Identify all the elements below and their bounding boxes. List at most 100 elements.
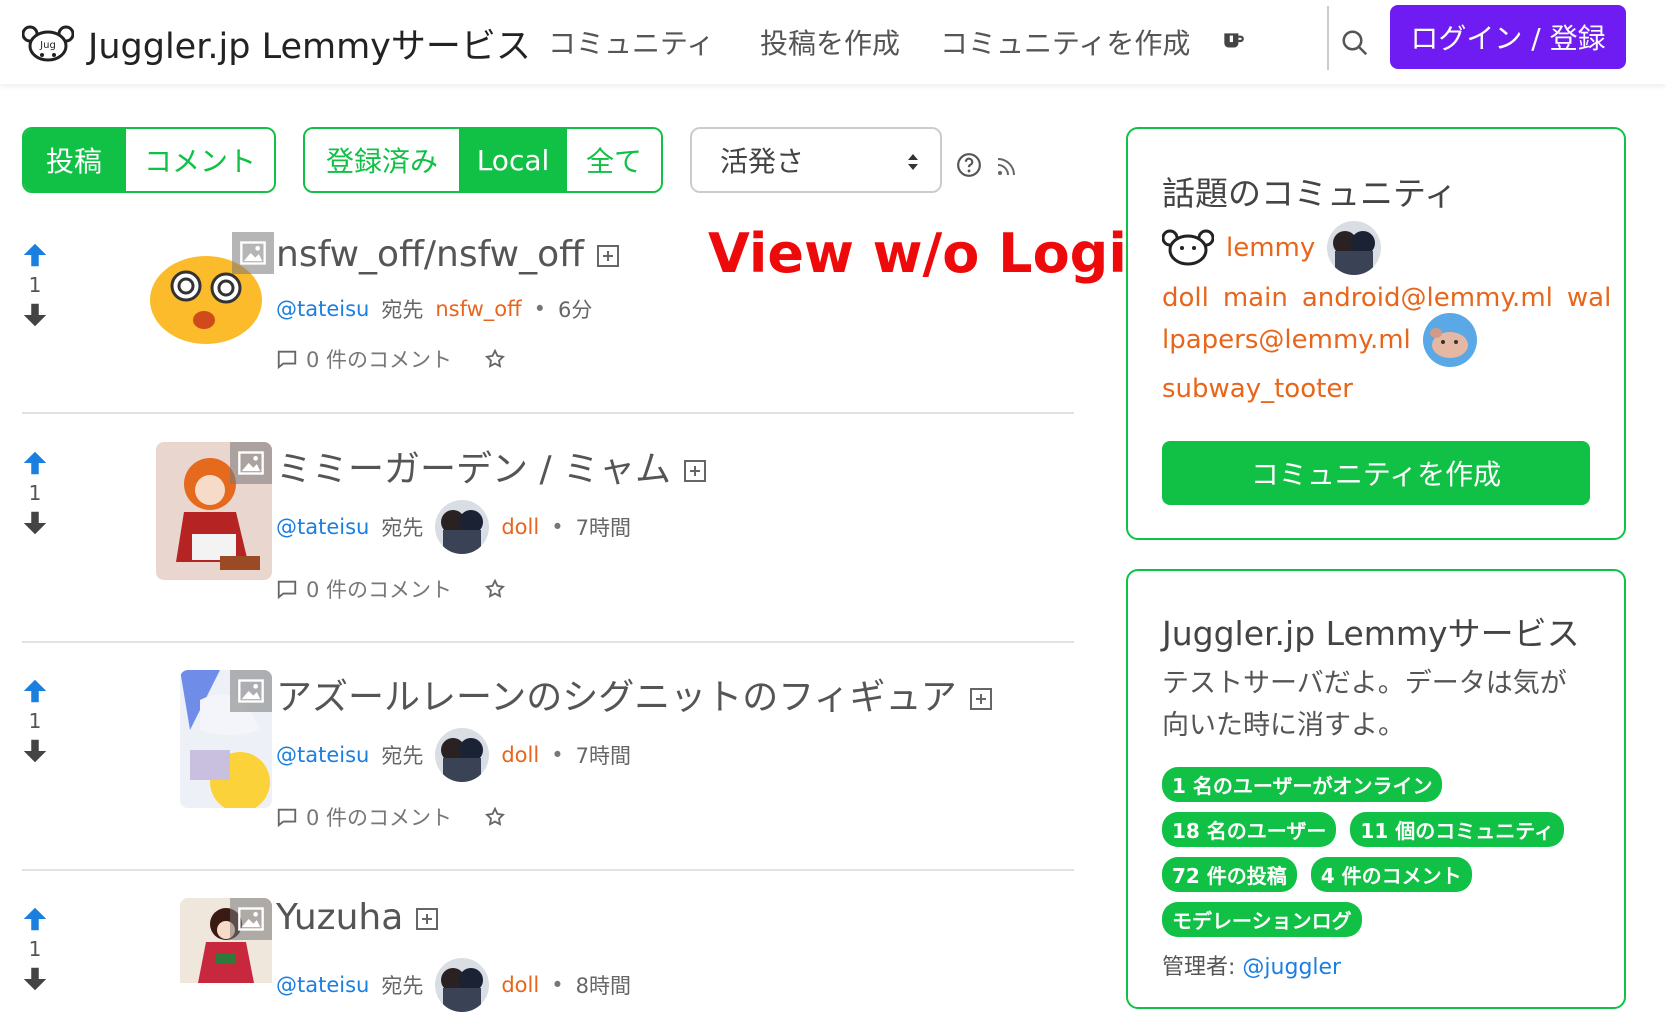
tab-comments[interactable]: コメント: [124, 129, 274, 191]
admin-label: 管理者:: [1162, 955, 1236, 980]
site-description: テストサーバだよ。データは気が向いた時に消すよ。: [1162, 668, 1567, 741]
comment-count[interactable]: 0 件のコメント: [306, 802, 452, 832]
post-thumbnail[interactable]: [144, 232, 274, 350]
post-meta: @tateisu 宛先 doll • 7時間: [276, 500, 631, 554]
post-author[interactable]: @tateisu: [276, 515, 369, 539]
trending-title: 話題のコミュニティ: [1162, 174, 1458, 213]
brand[interactable]: Jug Juggler.jp Lemmyサービス: [22, 18, 531, 69]
rss-icon[interactable]: [996, 155, 1018, 177]
type-toggle: 投稿 コメント: [22, 127, 276, 193]
star-icon[interactable]: [484, 806, 506, 828]
upvote-icon[interactable]: [20, 676, 50, 706]
post-author[interactable]: @tateisu: [276, 743, 369, 767]
upvote-icon[interactable]: [20, 240, 50, 270]
comment-count[interactable]: 0 件のコメント: [306, 344, 452, 374]
modlog-badge[interactable]: モデレーションログ: [1162, 902, 1362, 937]
tab-subscribed[interactable]: 登録済み: [305, 129, 459, 191]
help-icon[interactable]: [956, 152, 982, 178]
trending-row: lemmy: [1162, 221, 1382, 275]
post-time: 7時間: [575, 744, 631, 768]
post-author[interactable]: @tateisu: [276, 297, 369, 321]
post-thumbnail[interactable]: [156, 442, 272, 580]
post-title-text[interactable]: アズールレーンのシグニットのフィギュア: [276, 677, 957, 718]
image-badge-icon: [230, 442, 272, 484]
to-label: 宛先: [381, 974, 424, 998]
star-icon[interactable]: [484, 348, 506, 370]
post-title[interactable]: nsfw_off/nsfw_off: [276, 234, 620, 275]
post-separator: [22, 412, 1074, 414]
nav-create-post[interactable]: 投稿を作成: [760, 22, 900, 62]
listing-toggle: 登録済み Local 全て: [303, 127, 663, 193]
create-community-button[interactable]: コミュニティを作成: [1162, 441, 1590, 505]
trending-community[interactable]: wal: [1567, 283, 1611, 313]
score: 1: [28, 273, 42, 297]
post-meta: @tateisu 宛先 doll • 7時間: [276, 728, 631, 782]
image-badge-icon: [230, 670, 272, 712]
tab-all[interactable]: 全て: [565, 129, 661, 191]
comment-icon[interactable]: [276, 806, 298, 828]
community-avatar: [435, 500, 490, 554]
post-community[interactable]: doll: [501, 973, 539, 997]
admins: 管理者: @juggler: [1162, 949, 1341, 981]
expand-icon[interactable]: [596, 244, 620, 268]
comment-count[interactable]: 0 件のコメント: [306, 574, 452, 604]
community-avatar: [435, 958, 490, 1012]
post-title[interactable]: アズールレーンのシグニットのフィギュア: [276, 668, 993, 720]
post-author[interactable]: @tateisu: [276, 973, 369, 997]
comment-icon[interactable]: [276, 348, 298, 370]
expand-icon[interactable]: [415, 907, 439, 931]
nav-create-community[interactable]: コミュニティを作成: [940, 22, 1190, 62]
search-icon[interactable]: [1340, 28, 1370, 58]
trending-community[interactable]: subway_tooter: [1162, 374, 1353, 404]
downvote-icon[interactable]: [20, 736, 50, 766]
expand-icon[interactable]: [969, 687, 993, 711]
tab-local[interactable]: Local: [459, 129, 565, 191]
trending-community[interactable]: lpapers@lemmy.ml: [1162, 325, 1411, 355]
downvote-icon[interactable]: [20, 964, 50, 994]
admin-user[interactable]: @juggler: [1242, 955, 1341, 980]
post-meta: @tateisu 宛先 doll • 8時間: [276, 958, 631, 1012]
post-actions: 0 件のコメント: [276, 574, 506, 604]
comment-icon[interactable]: [276, 578, 298, 600]
downvote-icon[interactable]: [20, 300, 50, 330]
tab-posts[interactable]: 投稿: [24, 129, 124, 191]
login-button[interactable]: ログイン / 登録: [1390, 5, 1626, 69]
trending-community[interactable]: doll: [1162, 283, 1209, 313]
post-actions: 0 件のコメント: [276, 344, 506, 374]
community-avatar: [435, 728, 490, 782]
expand-icon[interactable]: [683, 459, 707, 483]
site-stats: 1 名のユーザーがオンライン 18 名のユーザー 11 個のコミュニティ 72 …: [1162, 767, 1602, 937]
trending-community[interactable]: lemmy: [1226, 233, 1315, 263]
post-title[interactable]: Yuzuha: [276, 897, 439, 938]
trending-row: subway_tooter: [1162, 374, 1353, 404]
post-thumbnail[interactable]: [180, 898, 272, 983]
sort-caret-icon: [908, 154, 918, 170]
post-community[interactable]: doll: [501, 743, 539, 767]
trending-row: doll main android@lemmy.ml wal: [1162, 283, 1611, 313]
trending-community[interactable]: main: [1223, 283, 1288, 313]
post-separator: [22, 869, 1074, 871]
post-community[interactable]: doll: [501, 515, 539, 539]
trending-communities-card: 話題のコミュニティ lemmy doll main android@lemmy.…: [1126, 127, 1626, 540]
donate-icon[interactable]: [1220, 28, 1246, 54]
downvote-icon[interactable]: [20, 508, 50, 538]
upvote-icon[interactable]: [20, 448, 50, 478]
nav-divider: [1327, 6, 1329, 70]
upvote-icon[interactable]: [20, 904, 50, 934]
trending-community[interactable]: android@lemmy.ml: [1302, 283, 1553, 313]
star-icon[interactable]: [484, 578, 506, 600]
nav-communities[interactable]: コミュニティ: [548, 22, 714, 62]
post-meta: @tateisu 宛先 nsfw_off • 6分: [276, 294, 592, 324]
post-title[interactable]: ミミーガーデン / ミャム: [276, 440, 707, 492]
post-thumbnail[interactable]: [180, 670, 272, 808]
post-title-text[interactable]: Yuzuha: [276, 897, 403, 938]
post-title-text[interactable]: ミミーガーデン / ミャム: [276, 449, 671, 490]
vote-box: 1: [18, 240, 52, 330]
stat-badge: 1 名のユーザーがオンライン: [1162, 767, 1443, 802]
meta-dot: •: [551, 515, 564, 539]
post-community[interactable]: nsfw_off: [435, 297, 521, 321]
sort-value: 活発さ: [720, 145, 805, 178]
sort-select[interactable]: 活発さ: [690, 127, 942, 193]
community-avatar: [1327, 221, 1382, 275]
post-title-text[interactable]: nsfw_off/nsfw_off: [276, 234, 584, 275]
